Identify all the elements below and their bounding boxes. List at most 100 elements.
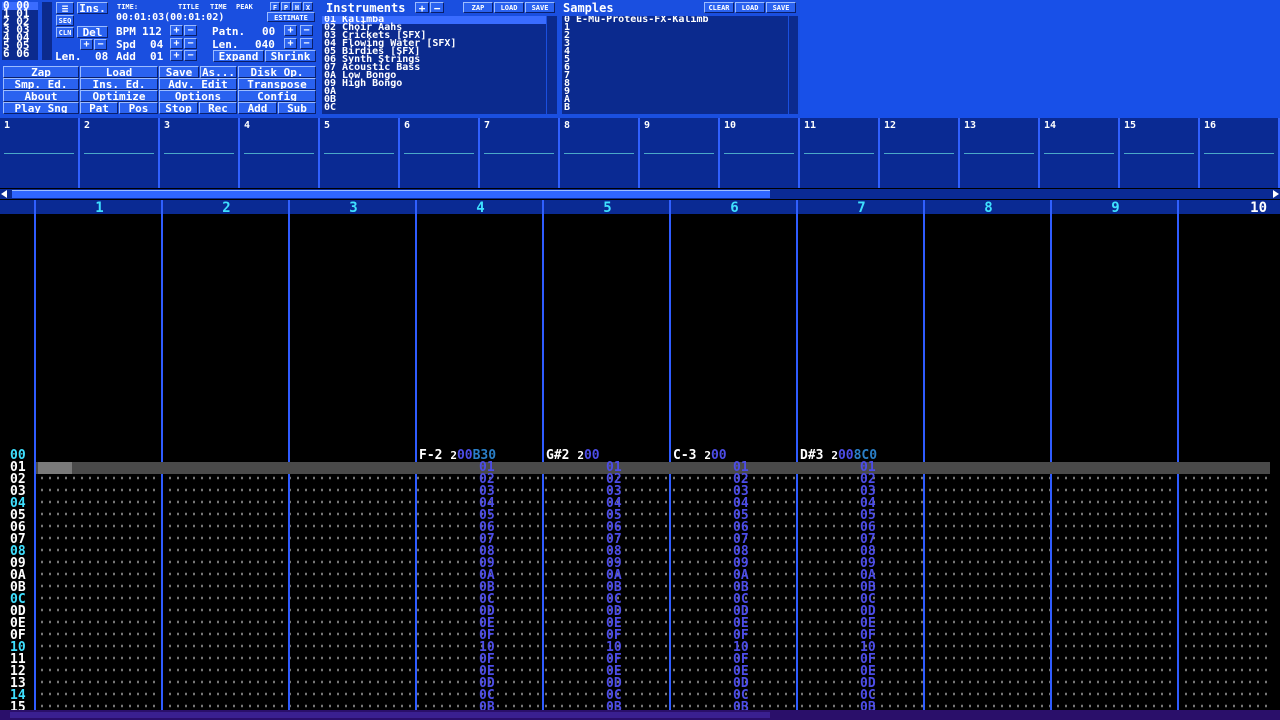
sample-item[interactable]: 1 [562, 23, 788, 33]
channel-scope[interactable]: 1 [0, 118, 80, 188]
save-button[interactable]: Save [159, 66, 199, 78]
instrument-item[interactable]: 0A [322, 87, 546, 97]
channel-header[interactable]: 10 [1179, 200, 1267, 216]
bpm-plus-button[interactable]: + [170, 25, 183, 36]
record-button[interactable]: Rec [199, 102, 237, 114]
channel-header[interactable]: 3 [290, 200, 417, 216]
channel-header[interactable]: 6 [671, 200, 798, 216]
disk-op-button[interactable]: Disk Op. [238, 66, 316, 78]
channel-scope[interactable]: 5 [320, 118, 400, 188]
sample-item[interactable]: A [562, 95, 788, 105]
channel-header[interactable]: 8 [925, 200, 1052, 216]
seq-button[interactable]: SEQ [56, 15, 74, 26]
sample-item[interactable]: 9 [562, 87, 788, 97]
ins-button[interactable]: Ins. [77, 2, 108, 14]
channel-scope[interactable]: 8 [560, 118, 640, 188]
sample-item[interactable]: 0 E-Mu-Proteus-FX-Kalimb [562, 16, 788, 25]
title-x-button[interactable]: X [303, 2, 313, 11]
bpm-minus-button[interactable]: − [184, 25, 197, 36]
sample-list[interactable]: 0 E-Mu-Proteus-FX-Kalimb 1 2 3 4 5 6 7 8 9 A B [562, 16, 788, 114]
instrument-remove-button[interactable]: − [430, 2, 444, 13]
sample-item[interactable]: 6 [562, 63, 788, 73]
patn-minus-button[interactable]: − [300, 25, 313, 36]
channel-scope[interactable]: 12 [880, 118, 960, 188]
sample-load-button[interactable]: LOAD [735, 2, 765, 13]
sub-button[interactable]: Sub [278, 102, 316, 114]
sample-item[interactable]: 2 [562, 31, 788, 41]
sample-item[interactable]: 7 [562, 71, 788, 81]
channel-scope[interactable]: 6 [400, 118, 480, 188]
channel-scope[interactable]: 9 [640, 118, 720, 188]
spd-minus-button[interactable]: − [184, 38, 197, 49]
add-plus-button[interactable]: + [170, 50, 183, 61]
channel-header[interactable]: 9 [1052, 200, 1179, 216]
patn-plus-button[interactable]: + [284, 25, 297, 36]
channel-header[interactable]: 2 [163, 200, 290, 216]
channel-header[interactable]: 5 [544, 200, 671, 216]
position-list[interactable]: 0 00 1 01 2 02 3 03 4 04 5 05 6 06 [2, 0, 38, 60]
sample-item[interactable]: B [562, 103, 788, 113]
title-p-button[interactable]: P [281, 2, 291, 11]
position-row[interactable]: 6 06 [2, 48, 38, 59]
config-button[interactable]: Config [238, 90, 316, 102]
plen-minus-button[interactable]: − [300, 38, 313, 49]
expand-button[interactable]: Expand [213, 50, 264, 62]
instrument-item[interactable]: 0B [322, 95, 546, 105]
channel-scope[interactable]: 3 [160, 118, 240, 188]
add-minus-button[interactable]: − [184, 50, 197, 61]
options-button[interactable]: Options [159, 90, 237, 102]
channel-scope[interactable]: 14 [1040, 118, 1120, 188]
channel-header[interactable]: 7 [798, 200, 925, 216]
title-f-button[interactable]: F [270, 2, 280, 11]
channel-scope[interactable]: 11 [800, 118, 880, 188]
position-scrollbar[interactable] [42, 2, 52, 60]
channel-scope[interactable]: 15 [1120, 118, 1200, 188]
plen-plus-button[interactable]: + [284, 38, 297, 49]
edit-cursor[interactable] [38, 462, 72, 474]
channel-scope[interactable]: 16 [1200, 118, 1280, 188]
instrument-item[interactable]: 0C [322, 103, 546, 113]
pattern-scroll-thumb[interactable] [10, 712, 770, 718]
scroll-right-arrow-icon[interactable] [1273, 190, 1279, 198]
sample-clear-button[interactable]: CLEAR [704, 2, 734, 13]
save-as-button[interactable]: As... [200, 66, 237, 78]
optimize-button[interactable]: Optimize [80, 90, 158, 102]
zap-button[interactable]: Zap [3, 66, 79, 78]
play-song-button[interactable]: Play Sng [3, 102, 79, 114]
note-cell[interactable]: C-3 200 [673, 449, 727, 462]
channel-scope[interactable]: 4 [240, 118, 320, 188]
scroll-thumb[interactable] [12, 190, 770, 198]
instrument-list[interactable]: 01 Kalimba 02 Choir Aahs 03 Crickets [SFX]… [322, 16, 546, 114]
channel-header[interactable]: 1 [36, 200, 163, 216]
channel-scope[interactable]: 7 [480, 118, 560, 188]
advanced-edit-button[interactable]: Adv. Edit [159, 78, 237, 90]
sample-save-button[interactable]: SAVE [766, 2, 796, 13]
play-position-button[interactable]: Pos [119, 102, 158, 114]
channel-header[interactable]: 4 [417, 200, 544, 216]
position-minus-button[interactable]: − [94, 39, 107, 50]
sample-item[interactable]: 5 [562, 55, 788, 65]
position-plus-button[interactable]: + [80, 39, 93, 50]
scroll-left-arrow-icon[interactable] [1, 190, 7, 198]
instrument-item[interactable]: 09 High Bongo [322, 79, 546, 89]
add-button[interactable]: Add [238, 102, 277, 114]
title-h-button[interactable]: H [292, 2, 302, 11]
cln-button[interactable]: CLN [56, 27, 74, 38]
channel-scopes[interactable]: 1 2 3 4 5 6 7 8 9 10 11 12 13 14 15 16 [0, 118, 1280, 188]
del-button[interactable]: Del [77, 26, 108, 38]
instrument-add-button[interactable]: + [415, 2, 429, 13]
instrument-zap-button[interactable]: ZAP [463, 2, 493, 13]
instrument-editor-button[interactable]: Ins. Ed. [80, 78, 158, 90]
pattern-editor[interactable]: 00 01 02 03 04 05 06 07 08 09 0A 0B 0C 0D 0E 0F 10 11 12 13… [0, 214, 1270, 718]
shrink-button[interactable]: Shrink [265, 50, 316, 62]
load-button[interactable]: Load [80, 66, 158, 78]
play-pattern-button[interactable]: Pat [80, 102, 118, 114]
channel-scope[interactable]: 2 [80, 118, 160, 188]
estimate-button[interactable]: ESTIMATE [267, 12, 315, 22]
about-button[interactable]: About [3, 90, 79, 102]
sample-item[interactable]: 3 [562, 39, 788, 49]
sample-editor-button[interactable]: Smp. Ed. [3, 78, 79, 90]
channel-scope[interactable]: 13 [960, 118, 1040, 188]
spd-plus-button[interactable]: + [170, 38, 183, 49]
transpose-button[interactable]: Transpose [238, 78, 316, 90]
